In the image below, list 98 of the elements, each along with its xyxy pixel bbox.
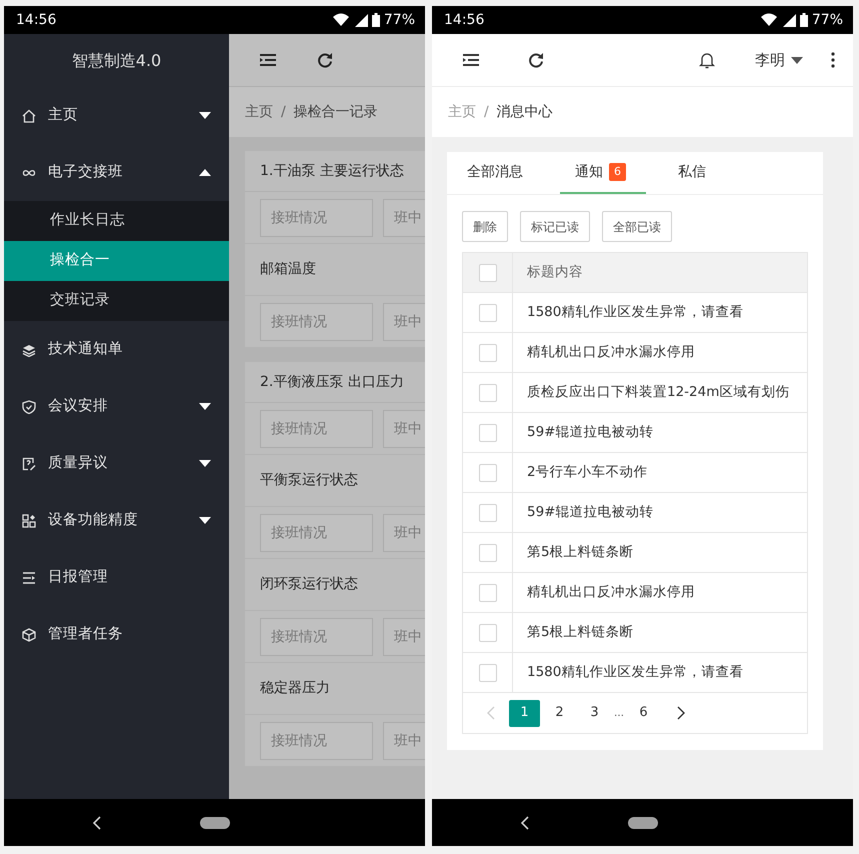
checkbox[interactable] [478, 664, 496, 682]
action-button[interactable]: 全部已读 [602, 211, 672, 242]
refresh-icon[interactable] [317, 52, 333, 68]
breadcrumb-separator: / [484, 102, 489, 122]
signal-icon [354, 13, 368, 27]
table-cell-text: 精轧机出口反冲水漏水停用 [526, 583, 695, 602]
checkbox[interactable] [478, 344, 496, 362]
refresh-icon[interactable] [528, 52, 544, 68]
checkbox[interactable] [478, 584, 496, 602]
page-ellipsis: … [614, 706, 624, 720]
battery-level: 77% [812, 10, 843, 30]
tab[interactable]: 私信 [663, 152, 726, 194]
menu-icon[interactable] [462, 53, 480, 67]
app-title: 智慧制造4.0 [70, 50, 162, 72]
field-label: 平衡泵运行状态 [260, 471, 358, 490]
input-field[interactable]: 班中 [383, 618, 425, 656]
sidebar-item[interactable]: 设备功能精度 [4, 492, 229, 549]
sidebar-item[interactable]: 主页 [4, 87, 229, 144]
input-field[interactable]: 接班情况 [260, 514, 373, 552]
chevron-left-icon [487, 706, 495, 720]
battery-icon [800, 13, 808, 27]
wifi-icon [760, 13, 778, 27]
back-icon[interactable] [92, 816, 102, 830]
page-button[interactable]: 6 [628, 700, 659, 726]
layers-icon [22, 342, 36, 356]
list-icon [22, 570, 36, 584]
table-cell-text: 第5根上料链条断 [526, 543, 634, 562]
back-icon[interactable] [520, 816, 530, 830]
action-button[interactable]: 标记已读 [520, 211, 590, 242]
input-field[interactable]: 班中 [383, 722, 425, 760]
input-field[interactable]: 班中 [383, 410, 425, 448]
table-cell-text: 精轧机出口反冲水漏水停用 [526, 343, 695, 362]
table-cell-text: 2号行车小车不动作 [526, 463, 648, 482]
wifi-icon [332, 13, 350, 27]
signal-icon [782, 13, 796, 27]
sidebar-subitem[interactable]: 操检合一 [4, 241, 229, 281]
home-pill-icon[interactable] [628, 816, 658, 828]
tab[interactable]: 全部消息 [452, 152, 543, 194]
status-time: 14:56 [16, 10, 56, 30]
table-cell-text: 第5根上料链条断 [526, 623, 634, 642]
sidebar-item[interactable]: 管理者任务 [4, 606, 229, 663]
checkbox[interactable] [478, 624, 496, 642]
action-button[interactable]: 删除 [462, 211, 508, 242]
breadcrumb-link[interactable]: 主页 [245, 102, 273, 122]
document-icon [22, 456, 36, 470]
battery-icon [372, 13, 380, 27]
sidebar-item[interactable]: 技术通知单 [4, 321, 229, 378]
more-icon[interactable] [831, 52, 835, 68]
sidebar-item[interactable]: 电子交接班 [4, 144, 229, 201]
table-cell-text: 59#辊道拉电被动转 [526, 423, 654, 442]
caret-icon [791, 56, 803, 64]
input-field[interactable]: 接班情况 [260, 722, 373, 760]
count-badge: 6 [609, 163, 626, 181]
breadcrumb-link[interactable]: 操检合一记录 [294, 102, 378, 122]
sidebar-item[interactable]: 质量异议 [4, 435, 229, 492]
home-pill-icon[interactable] [200, 816, 230, 828]
tab[interactable]: 通知 6 [560, 152, 646, 194]
table-cell-text: 1580精轧作业区发生异常，请查看 [526, 663, 744, 682]
checkbox[interactable] [478, 264, 496, 282]
checkbox[interactable] [478, 504, 496, 522]
table-cell-text: 59#辊道拉电被动转 [526, 503, 654, 522]
sidebar-item[interactable]: 日报管理 [4, 549, 229, 606]
input-field[interactable]: 班中 [383, 514, 425, 552]
cube-icon [22, 628, 36, 642]
battery-level: 77% [384, 10, 415, 30]
page-button[interactable]: 1 [509, 700, 540, 726]
bell-icon[interactable] [699, 52, 715, 68]
column-header: 标题内容 [526, 263, 583, 282]
user-menu[interactable]: 李明 [755, 48, 803, 72]
sidebar-subitem[interactable]: 交班记录 [4, 281, 229, 321]
input-field[interactable]: 接班情况 [260, 198, 373, 236]
menu-icon[interactable] [259, 53, 277, 67]
input-field[interactable]: 班中 [383, 198, 425, 236]
field-label: 邮箱温度 [260, 260, 316, 279]
shield-icon [22, 400, 36, 414]
field-label: 闭环泵运行状态 [260, 575, 358, 594]
sidebar-subitem[interactable]: 作业长日志 [4, 201, 229, 241]
grid-icon [22, 514, 36, 528]
page-button[interactable]: 3 [579, 700, 610, 726]
home-icon [22, 108, 36, 122]
breadcrumb-link[interactable]: 消息中心 [496, 102, 553, 122]
status-time: 14:56 [444, 10, 484, 30]
table-cell-text: 1580精轧作业区发生异常，请查看 [526, 303, 744, 322]
checkbox[interactable] [478, 544, 496, 562]
input-field[interactable]: 接班情况 [260, 618, 373, 656]
checkbox[interactable] [478, 464, 496, 482]
breadcrumb-separator: / [281, 102, 286, 122]
field-label: 稳定器压力 [260, 679, 330, 698]
page-button[interactable]: 2 [544, 700, 575, 726]
checkbox[interactable] [478, 384, 496, 402]
input-field[interactable]: 接班情况 [260, 410, 373, 448]
checkbox[interactable] [478, 424, 496, 442]
input-field[interactable]: 接班情况 [260, 302, 373, 340]
sidebar-item[interactable]: 会议安排 [4, 378, 229, 435]
table-cell-text: 质检反应出口下料装置12-24m区域有划伤 [526, 383, 790, 402]
input-field[interactable]: 班中 [383, 302, 425, 340]
checkbox[interactable] [478, 304, 496, 322]
chevron-right-icon [677, 706, 685, 720]
